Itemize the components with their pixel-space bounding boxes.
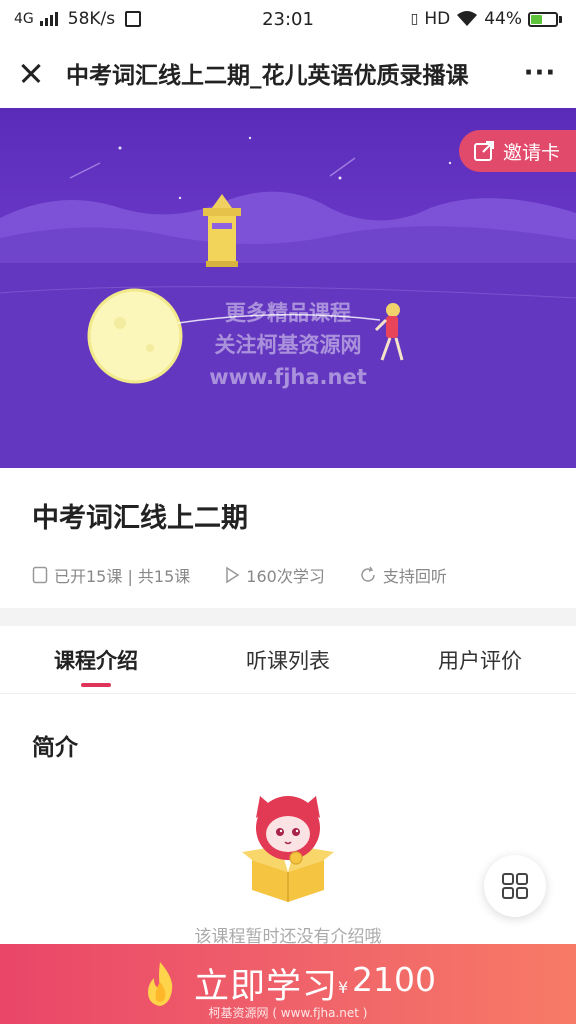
battery-icon xyxy=(528,11,562,27)
flame-icon xyxy=(148,962,173,1006)
share-icon xyxy=(473,141,494,161)
views-meta: 160次学习 xyxy=(224,563,325,587)
notification-icon xyxy=(125,11,142,27)
play-icon xyxy=(226,566,240,584)
mascot-box-illustration xyxy=(242,796,334,902)
page-title: 中考词汇线上二期_花儿英语优质录播课 xyxy=(66,63,469,89)
study-now-label: 立即学习 xyxy=(194,967,339,1007)
tab-label: 课程介绍 xyxy=(54,648,138,673)
intro-heading: 简介 xyxy=(32,735,78,761)
course-meta: 已开15课 | 共15课 160次学习 支持回听 xyxy=(32,563,544,587)
tab-label: 用户评价 xyxy=(438,648,522,673)
lessons-meta: 已开15课 | 共15课 xyxy=(32,563,190,587)
battery-percent: 44% xyxy=(484,9,522,29)
network-type: 4G xyxy=(14,11,34,27)
active-tab-indicator xyxy=(81,683,111,687)
tab-course-intro[interactable]: 课程介绍 xyxy=(0,626,192,693)
study-now-button[interactable]: 立即学习 ¥ 2100 柯基资源网 ( www.fjha.net ) xyxy=(0,944,576,1024)
nav-bar: 中考词汇线上二期_花儿英语优质录播课 ··· xyxy=(0,38,576,108)
tab-user-reviews[interactable]: 用户评价 xyxy=(384,626,576,693)
replay-icon xyxy=(361,566,375,582)
watermark-line3: www.fjha.net xyxy=(209,365,367,389)
more-icon[interactable]: ··· xyxy=(520,58,560,88)
network-speed: 58K/s xyxy=(67,9,116,29)
tab-label: 听课列表 xyxy=(246,648,330,673)
invite-card-button[interactable]: 邀请卡 xyxy=(458,130,576,172)
signal-icon xyxy=(39,12,58,26)
course-info: 中考词汇线上二期 已开15课 | 共15课 160次学习 支持回听 xyxy=(0,468,576,608)
vibrate-icon: ▯ xyxy=(410,11,419,27)
watermark-line2: 关注柯基资源网 xyxy=(214,333,362,357)
course-banner: 邀请卡 更多精品课程 关注柯基资源网 www.fjha.net xyxy=(0,108,576,468)
wifi-icon xyxy=(457,11,478,26)
invite-card-label: 邀请卡 xyxy=(502,141,560,164)
course-price: 2100 xyxy=(352,960,436,999)
grid-menu-button[interactable] xyxy=(484,855,546,917)
status-bar: 4G 58K/s 23:01 ▯ HD 44% xyxy=(0,0,576,38)
bottom-watermark: 柯基资源网 ( www.fjha.net ) xyxy=(208,1006,368,1020)
replay-label: 支持回听 xyxy=(382,567,447,586)
lessons-count: 已开15课 | 共15课 xyxy=(54,567,191,586)
tab-lesson-list[interactable]: 听课列表 xyxy=(192,626,384,693)
grid-icon xyxy=(502,873,528,899)
watermark-line1: 更多精品课程 xyxy=(225,301,351,325)
tab-bar: 课程介绍 听课列表 用户评价 xyxy=(0,626,576,694)
section-divider xyxy=(0,608,576,626)
replay-meta: 支持回听 xyxy=(359,563,447,587)
hd-indicator: HD xyxy=(424,9,451,29)
currency-symbol: ¥ xyxy=(338,978,349,997)
document-icon xyxy=(32,566,48,584)
views-count: 160次学习 xyxy=(246,567,325,586)
course-title: 中考词汇线上二期 xyxy=(32,503,248,534)
close-icon[interactable] xyxy=(16,58,46,88)
status-time: 23:01 xyxy=(262,8,314,30)
